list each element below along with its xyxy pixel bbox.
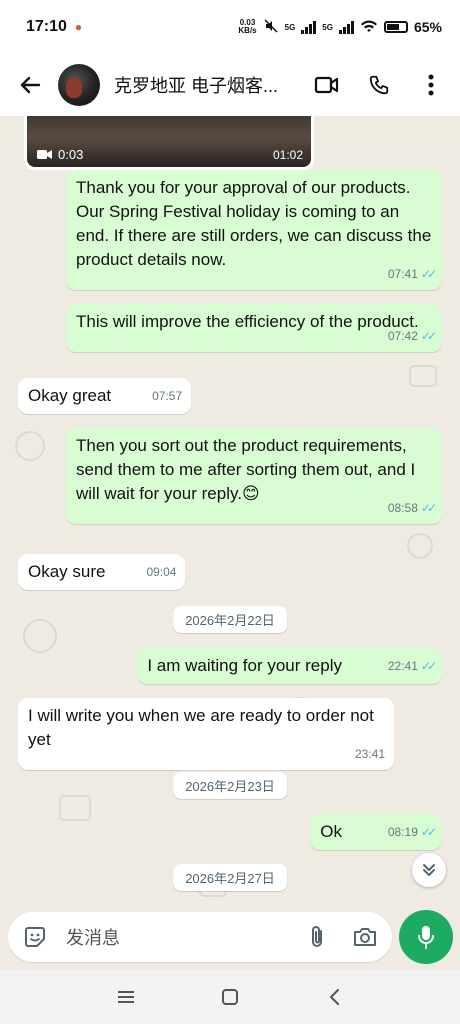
avatar[interactable] [58, 64, 100, 106]
square-icon [222, 989, 238, 1005]
date-separator: 2026年2月22日 [173, 606, 287, 633]
message-meta: 09:04 [146, 560, 176, 584]
message-text: I am waiting for your reply [147, 656, 342, 675]
signal-icon [301, 20, 317, 34]
message-time: 07:41 [387, 267, 418, 281]
home-button[interactable] [215, 982, 245, 1012]
video-camera-icon [314, 76, 339, 94]
contact-name[interactable]: 克罗地亚 电子烟客... [114, 72, 304, 98]
voice-record-button[interactable] [399, 910, 453, 964]
message-meta: 08:19 ✓✓ [387, 820, 437, 844]
notification-icon: ● [74, 20, 83, 34]
message-time: 01:02 [272, 148, 303, 162]
network-speed: 0.03 KB/s [238, 18, 257, 35]
attach-button[interactable] [300, 920, 334, 954]
video-call-button[interactable] [310, 68, 344, 102]
mute-icon [263, 18, 279, 37]
header-actions [310, 68, 448, 102]
message-time: 22:41 [387, 659, 418, 673]
sim2-label: 5G [322, 22, 333, 32]
message-composer: 发消息 [8, 912, 392, 962]
message-time: 09:04 [146, 565, 177, 579]
read-receipt-icon: ✓✓ [420, 825, 437, 839]
message-text: Okay sure [28, 562, 106, 581]
message-meta: 22:41 ✓✓ [387, 654, 437, 678]
back-arrow-icon[interactable] [12, 67, 48, 103]
camera-button[interactable] [348, 920, 382, 954]
video-thumbnail[interactable]: 0:03 01:02 [27, 116, 311, 167]
message-time: 07:42 [387, 329, 418, 343]
read-receipt-icon: ✓✓ [420, 501, 437, 515]
system-navigation-bar [0, 970, 460, 1024]
message-text: Okay great [28, 386, 112, 405]
back-button[interactable] [319, 982, 349, 1012]
scroll-to-bottom-button[interactable] [412, 853, 446, 887]
outgoing-message[interactable]: Then you sort out the product requiremen… [66, 428, 442, 524]
video-message[interactable]: 0:03 01:02 [24, 116, 314, 170]
sim1-label: 5G [284, 22, 296, 32]
message-meta: 23:41 [355, 742, 385, 766]
message-time: 08:19 [387, 825, 418, 839]
paperclip-icon [312, 926, 322, 947]
outgoing-message[interactable]: This will improve the efficiency of the … [66, 304, 442, 352]
chevron-left-icon [330, 989, 339, 1005]
read-receipt-icon: ✓✓ [420, 659, 437, 673]
microphone-icon [418, 926, 434, 949]
message-text: Then you sort out the product requiremen… [76, 436, 416, 503]
double-chevron-down-icon [423, 864, 435, 876]
outgoing-message[interactable]: Ok 08:19 ✓✓ [310, 814, 442, 850]
battery-percent: 65% [413, 19, 442, 35]
message-meta: 07:42 ✓✓ [387, 324, 437, 348]
message-meta: 07:57 [152, 384, 182, 408]
message-list[interactable]: 0:03 01:02 Thank you for your approval o… [0, 116, 460, 910]
incoming-message[interactable]: Okay sure 09:04 [18, 554, 186, 590]
incoming-message[interactable]: Okay great 07:57 [18, 378, 192, 414]
battery-icon [383, 21, 408, 33]
read-receipt-icon: ✓✓ [420, 329, 437, 343]
video-duration: 0:03 [37, 147, 83, 162]
more-options-button[interactable] [414, 68, 448, 102]
message-time: 23:41 [354, 747, 385, 761]
date-separator: 2026年2月27日 [173, 864, 287, 891]
message-meta: 08:58 ✓✓ [387, 496, 437, 520]
chat-header: 克罗地亚 电子烟客... [0, 54, 460, 116]
voice-call-button[interactable] [362, 68, 396, 102]
kebab-menu-icon [428, 74, 434, 96]
read-receipt-icon: ✓✓ [420, 267, 437, 281]
video-icon [37, 150, 52, 159]
message-meta: 07:41 ✓✓ [387, 262, 437, 286]
phone-icon [369, 75, 389, 95]
outgoing-message[interactable]: Thank you for your approval of our produ… [66, 170, 442, 290]
status-time: 17:10 [26, 18, 67, 35]
menu-icon [118, 991, 134, 1003]
wifi-icon [360, 19, 378, 36]
recents-button[interactable] [111, 982, 141, 1012]
camera-icon [354, 928, 376, 946]
sticker-icon [25, 927, 45, 947]
status-bar: 17:10 ● 0.03 KB/s 5G 5G 65% [0, 0, 460, 54]
message-time: 08:58 [387, 501, 418, 515]
message-text: Thank you for your approval of our produ… [76, 178, 432, 269]
signal-icon [338, 20, 354, 34]
incoming-message[interactable]: I will write you when we are ready to or… [18, 698, 394, 770]
message-text: Ok [320, 822, 342, 841]
date-separator: 2026年2月23日 [173, 772, 287, 799]
sticker-button[interactable] [18, 920, 52, 954]
status-indicators: 0.03 KB/s 5G 5G 65% [238, 18, 442, 37]
message-text: I will write you when we are ready to or… [28, 706, 374, 749]
message-input[interactable]: 发消息 [66, 924, 300, 950]
outgoing-message[interactable]: I am waiting for your reply 22:41 ✓✓ [137, 648, 442, 684]
message-text: This will improve the efficiency of the … [76, 312, 419, 331]
message-time: 07:57 [152, 389, 183, 403]
